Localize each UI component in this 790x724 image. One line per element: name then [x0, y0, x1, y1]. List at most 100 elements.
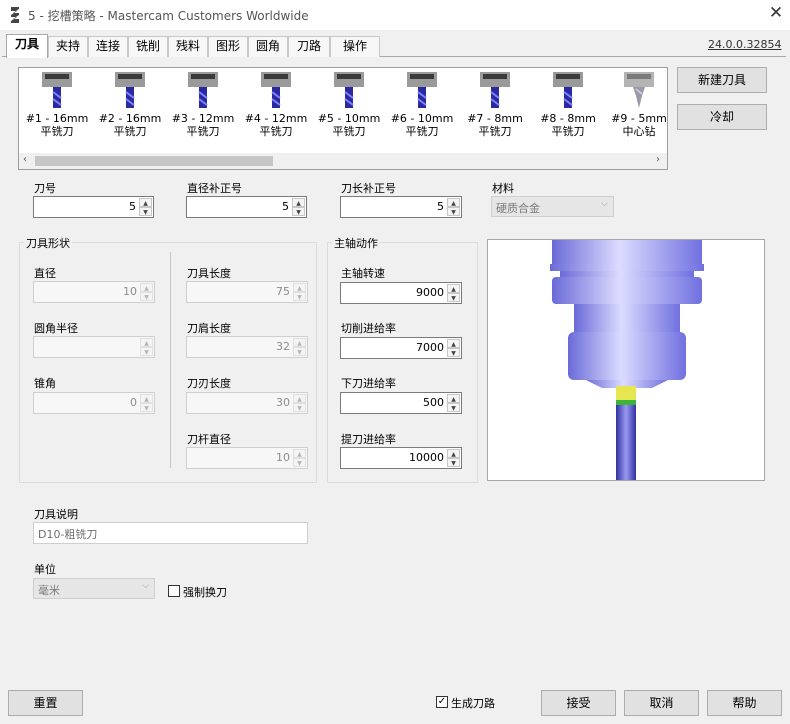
tool-list-scrollbar[interactable]: ‹ › — [19, 153, 667, 169]
tool-number-value: 5 — [129, 200, 136, 213]
new-tool-button[interactable]: 新建刀具 — [677, 67, 767, 93]
diameter-stepper: 10 ▲ ▼ — [33, 281, 155, 303]
spin-up-icon[interactable]: ▲ — [447, 198, 460, 207]
tool-item-type: 平铣刀 — [405, 125, 439, 138]
feed-rate-value: 7000 — [416, 341, 444, 354]
cancel-button[interactable]: 取消 — [624, 690, 699, 716]
spin-down-icon[interactable]: ▼ — [139, 207, 152, 216]
tool-item-number: #8 - 8mm — [540, 112, 596, 125]
spindle-speed-value: 9000 — [416, 286, 444, 299]
tool-item[interactable]: #2 - 16mm 平铣刀 — [94, 72, 166, 138]
tool-item-type: 平铣刀 — [186, 125, 220, 138]
spin-up-icon[interactable]: ▲ — [292, 198, 305, 207]
force-tool-change-label: 强制换刀 — [183, 586, 227, 599]
tool-item-number: #3 - 12mm — [171, 112, 235, 125]
tool-item-number: #5 - 10mm — [317, 112, 381, 125]
tab-linking[interactable]: 连接 — [88, 36, 128, 57]
help-button[interactable]: 帮助 — [707, 690, 782, 716]
description-label: 刀具说明 — [34, 508, 78, 521]
flute-length-stepper: 30 ▲ ▼ — [186, 392, 308, 414]
tab-geometry[interactable]: 图形 — [208, 36, 248, 57]
tool-item[interactable]: #6 - 10mm 平铣刀 — [386, 72, 458, 138]
tool-item[interactable]: #9 - 5mm 中心钻 — [603, 72, 675, 138]
spin-down-icon: ▼ — [293, 403, 306, 412]
tab-arc[interactable]: 圆角 — [248, 36, 288, 57]
flat-endmill-icon — [480, 72, 510, 108]
feed-rate-stepper[interactable]: 7000 ▲ ▼ — [340, 337, 462, 359]
tool-item[interactable]: #7 - 8mm 平铣刀 — [459, 72, 531, 138]
scroll-left-icon[interactable]: ‹ — [23, 154, 27, 165]
diameter-offset-stepper[interactable]: 5 ▲ ▼ — [186, 196, 307, 218]
spin-up-icon: ▲ — [140, 394, 153, 403]
reset-button[interactable]: 重置 — [8, 690, 83, 716]
corner-radius-label: 圆角半径 — [34, 322, 78, 335]
spin-up-icon: ▲ — [140, 283, 153, 292]
flat-endmill-icon — [553, 72, 583, 108]
spin-up-icon: ▲ — [293, 338, 306, 347]
spin-up-icon[interactable]: ▲ — [447, 284, 460, 293]
tool-item[interactable]: #1 - 16mm 平铣刀 — [21, 72, 93, 138]
tab-operation[interactable]: 操作 — [330, 36, 380, 57]
close-icon[interactable]: ✕ — [765, 2, 787, 26]
overall-length-stepper: 75 ▲ ▼ — [186, 281, 308, 303]
flat-endmill-icon — [334, 72, 364, 108]
tool-item-type: 平铣刀 — [40, 125, 74, 138]
spin-down-icon[interactable]: ▼ — [447, 458, 460, 467]
spin-down-icon[interactable]: ▼ — [292, 207, 305, 216]
tool-item-type: 平铣刀 — [332, 125, 366, 138]
spin-down-icon: ▼ — [140, 292, 153, 301]
retract-rate-label: 提刀进给率 — [341, 433, 396, 446]
feed-rate-label: 切削进给率 — [341, 322, 396, 335]
plunge-rate-value: 500 — [423, 396, 444, 409]
description-field[interactable]: D10-粗铣刀 — [33, 522, 308, 544]
tool-number-label: 刀号 — [34, 182, 56, 195]
tab-rest[interactable]: 残料 — [168, 36, 208, 57]
spin-up-icon: ▲ — [293, 394, 306, 403]
spin-up-icon: ▲ — [293, 283, 306, 292]
generate-toolpath-label: 生成刀路 — [451, 697, 495, 710]
tab-holder[interactable]: 夹持 — [48, 36, 88, 57]
tool-number-stepper[interactable]: 5 ▲ ▼ — [33, 196, 154, 218]
tool-item[interactable]: #8 - 8mm 平铣刀 — [532, 72, 604, 138]
spindle-speed-stepper[interactable]: 9000 ▲ ▼ — [340, 282, 462, 304]
tool-item[interactable]: #5 - 10mm 平铣刀 — [313, 72, 385, 138]
accept-button[interactable]: 接受 — [541, 690, 616, 716]
spin-down-icon: ▼ — [293, 347, 306, 356]
tool-item-number: #6 - 10mm — [390, 112, 454, 125]
tool-item-number: #4 - 12mm — [244, 112, 308, 125]
generate-toolpath-checkbox[interactable]: ✓ — [436, 696, 448, 708]
length-offset-value: 5 — [437, 200, 444, 213]
spin-up-icon[interactable]: ▲ — [139, 198, 152, 207]
flute-length-label: 刀刃长度 — [187, 377, 231, 390]
material-label: 材料 — [492, 182, 514, 195]
spin-up-icon[interactable]: ▲ — [447, 394, 460, 403]
spin-down-icon[interactable]: ▼ — [447, 348, 460, 357]
scrollbar-thumb[interactable] — [35, 156, 273, 166]
shank-diameter-value: 10 — [276, 451, 290, 464]
spin-down-icon: ▼ — [140, 347, 153, 356]
diameter-offset-label: 直径补正号 — [187, 182, 242, 195]
retract-rate-stepper[interactable]: 10000 ▲ ▼ — [340, 447, 462, 469]
overall-length-label: 刀具长度 — [187, 267, 231, 280]
force-tool-change-checkbox[interactable] — [168, 585, 180, 597]
scroll-right-icon[interactable]: › — [656, 154, 660, 165]
coolant-button[interactable]: 冷却 — [677, 104, 767, 130]
plunge-rate-stepper[interactable]: 500 ▲ ▼ — [340, 392, 462, 414]
tool-item[interactable]: #3 - 12mm 平铣刀 — [167, 72, 239, 138]
tab-toolpath[interactable]: 刀路 — [288, 36, 330, 57]
spin-up-icon[interactable]: ▲ — [447, 339, 460, 348]
spin-up-icon[interactable]: ▲ — [447, 449, 460, 458]
spin-down-icon[interactable]: ▼ — [447, 207, 460, 216]
flat-endmill-icon — [261, 72, 291, 108]
spin-down-icon[interactable]: ▼ — [447, 403, 460, 412]
material-value: 硬质合金 — [496, 202, 540, 215]
tool-item[interactable]: #4 - 12mm 平铣刀 — [240, 72, 312, 138]
version-link[interactable]: 24.0.0.32854 — [708, 38, 781, 51]
tab-cut[interactable]: 铣削 — [128, 36, 168, 57]
tool-item-type: 平铣刀 — [259, 125, 293, 138]
tool-shape-title: 刀具形状 — [24, 235, 72, 251]
tab-tool[interactable]: 刀具 — [6, 34, 48, 58]
spin-down-icon[interactable]: ▼ — [447, 293, 460, 302]
length-offset-stepper[interactable]: 5 ▲ ▼ — [340, 196, 462, 218]
shoulder-length-stepper: 32 ▲ ▼ — [186, 336, 308, 358]
